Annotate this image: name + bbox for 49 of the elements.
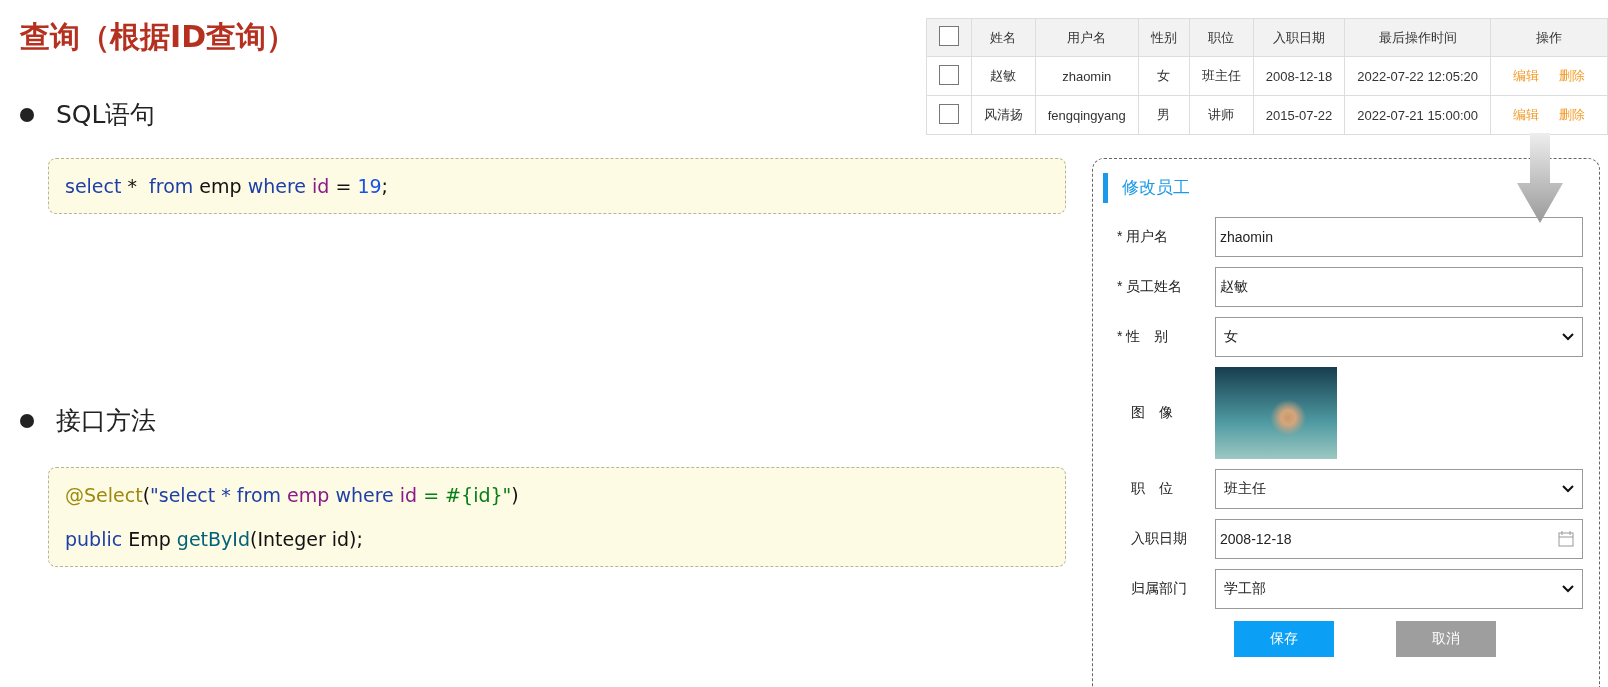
select-field[interactable]: 学工部 — [1215, 569, 1583, 609]
field-label: 入职日期 — [1130, 530, 1188, 548]
column-header: 用户名 — [1067, 29, 1107, 45]
table-cell: fengqingyang — [1047, 107, 1126, 123]
bullet-dot — [20, 413, 34, 428]
select-field[interactable]: 班主任 — [1215, 469, 1583, 509]
table-cell: 2008-12-18 — [1265, 68, 1333, 84]
field-label: * 员工姓名 — [1116, 278, 1184, 296]
text-field[interactable]: 赵敏 — [1215, 267, 1583, 307]
calendar-icon — [1558, 531, 1574, 547]
chevron-down-icon — [1562, 585, 1574, 593]
column-header: 职位 — [1208, 29, 1235, 45]
checkbox[interactable] — [938, 103, 959, 124]
column-header: 操作 — [1536, 29, 1562, 45]
select-field[interactable]: 女 — [1215, 317, 1583, 357]
bullet-text: 接口方法 — [56, 405, 156, 437]
column-header: 姓名 — [990, 29, 1017, 45]
field-label: 图 像 — [1130, 404, 1174, 422]
field-label: 归属部门 — [1130, 580, 1188, 598]
slide-title: 查询（根据ID查询） — [20, 18, 298, 56]
table-cell: 女 — [1157, 68, 1171, 83]
table-cell: 2022-07-22 12:05:20 — [1357, 68, 1478, 84]
bullet-dot — [20, 107, 34, 122]
table-cell: 赵敏 — [990, 68, 1017, 83]
date-field[interactable]: 2008-12-18 — [1215, 519, 1583, 559]
table-cell: 讲师 — [1208, 107, 1235, 122]
field-label: * 用户名 — [1116, 228, 1170, 246]
table-cell: zhaomin — [1062, 68, 1112, 84]
chevron-down-icon — [1562, 485, 1574, 493]
code-line: @Select("select * from emp where id = #{id}") — [65, 484, 520, 506]
table-cell: 风清扬 — [983, 107, 1023, 122]
field-label: 职 位 — [1130, 480, 1174, 498]
table-cell: 男 — [1157, 107, 1171, 122]
column-header: 最后操作时间 — [1378, 29, 1457, 45]
code-line: select * from emp where id = 19; — [65, 175, 389, 197]
checkbox[interactable] — [938, 26, 959, 46]
text-field[interactable]: zhaomin — [1215, 217, 1583, 257]
column-header: 性别 — [1150, 29, 1177, 45]
table-cell: 2022-07-21 15:00:00 — [1357, 107, 1478, 123]
table-cell: 班主任 — [1201, 68, 1241, 83]
table-cell: 2015-07-22 — [1265, 107, 1333, 123]
field-label: * 性 别 — [1116, 328, 1170, 346]
column-header: 入职日期 — [1273, 29, 1326, 45]
checkbox[interactable] — [938, 64, 959, 85]
code-line: public Emp getById(Integer id); — [65, 528, 364, 550]
bullet-text: SQL语句 — [56, 99, 156, 131]
form-title: 修改员工 — [1103, 173, 1583, 203]
chevron-down-icon — [1562, 333, 1574, 341]
down-arrow-icon — [1517, 133, 1563, 223]
